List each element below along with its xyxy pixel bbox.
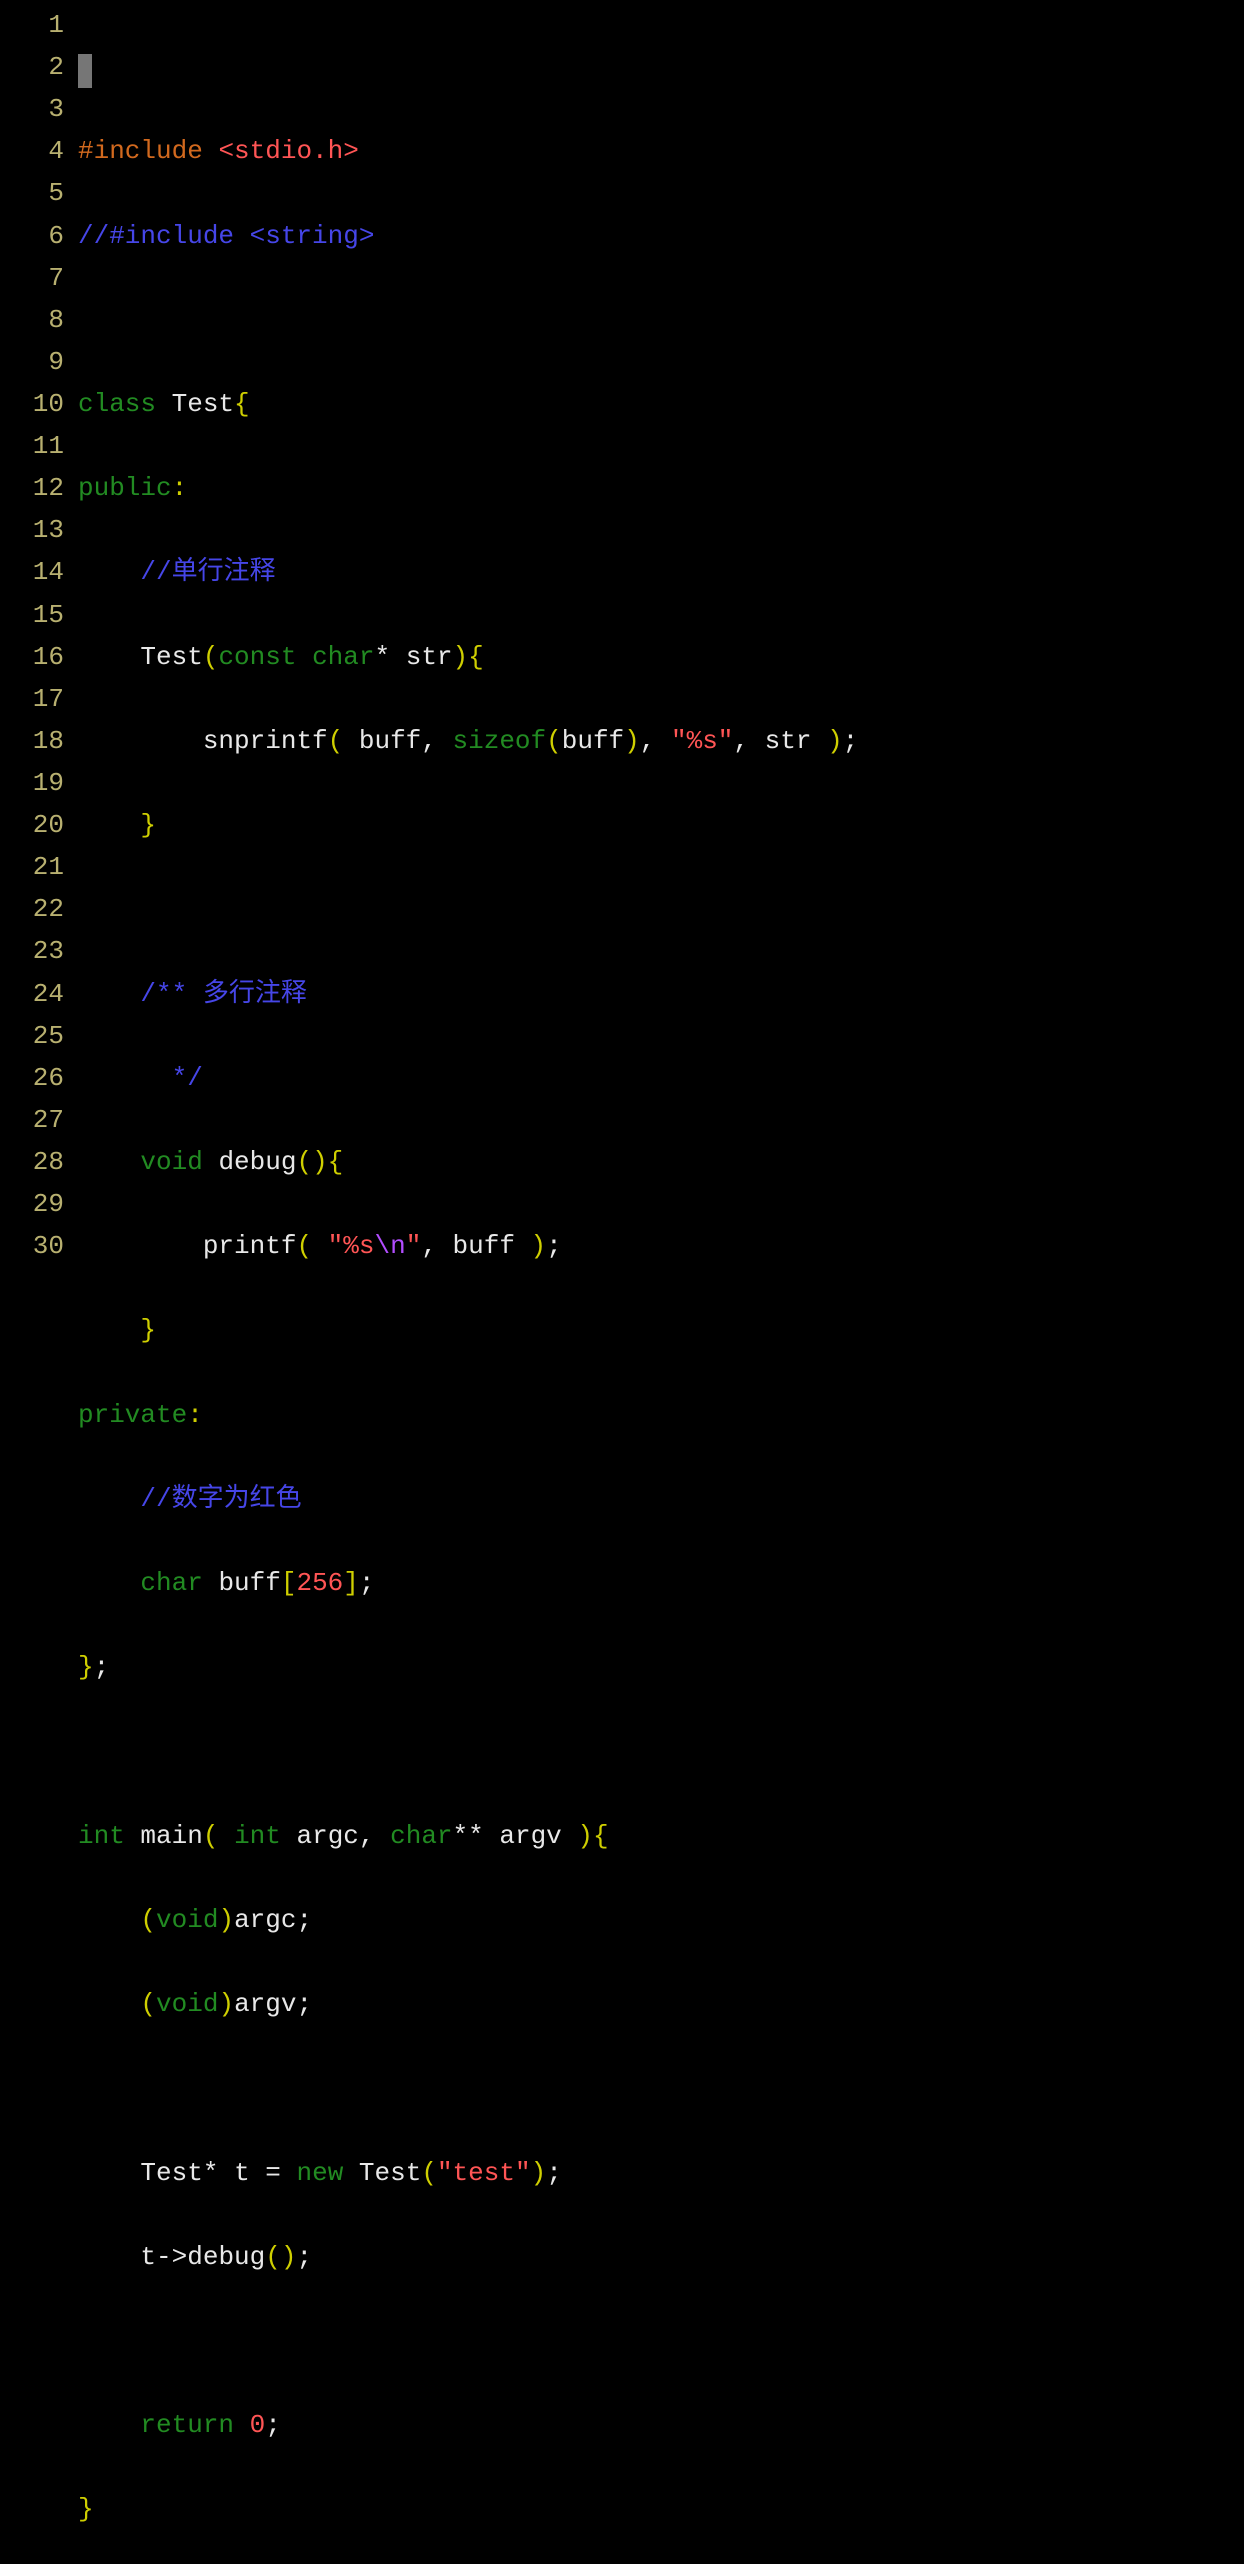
code-line[interactable]: #include <stdio.h> [78,130,1244,172]
code-line[interactable] [78,2320,1244,2362]
line-number: 2 [0,46,64,88]
line-number: 10 [0,383,64,425]
system-header: <stdio.h> [218,136,358,166]
identifier: Test [140,642,202,672]
identifier: Test [172,389,234,419]
paren: ) [453,642,469,672]
code-line[interactable]: private: [78,1394,1244,1436]
code-line[interactable]: public: [78,467,1244,509]
line-number: 12 [0,467,64,509]
line-number: 28 [0,1141,64,1183]
line-number: 8 [0,299,64,341]
line-number: 3 [0,88,64,130]
code-line[interactable]: } [78,804,1244,846]
code-line[interactable]: int main( int argc, char** argv ){ [78,1815,1244,1857]
brace: } [140,810,156,840]
line-number: 19 [0,762,64,804]
line-number: 11 [0,425,64,467]
code-line[interactable]: //单行注释 [78,551,1244,593]
code-line[interactable]: printf( "%s\n", buff ); [78,1225,1244,1267]
line-number: 29 [0,1183,64,1225]
line-number: 24 [0,973,64,1015]
line-number: 1 [0,4,64,46]
line-number: 18 [0,720,64,762]
line-number: 22 [0,888,64,930]
preprocessor: #include [78,136,218,166]
code-editor[interactable]: 1234567891011121314151617181920212223242… [0,4,1244,1282]
code-line[interactable]: Test(const char* str){ [78,636,1244,678]
code-line[interactable]: snprintf( buff, sizeof(buff), "%s", str … [78,720,1244,762]
line-number: 27 [0,1099,64,1141]
line-number: 25 [0,1015,64,1057]
line-number: 6 [0,215,64,257]
code-line[interactable]: } [78,2488,1244,2530]
code-line[interactable] [78,2067,1244,2109]
line-number: 4 [0,130,64,172]
code-line[interactable]: void debug(){ [78,1141,1244,1183]
colon: : [172,473,188,503]
code-line[interactable]: */ [78,1057,1244,1099]
line-number-gutter: 1234567891011121314151617181920212223242… [0,4,78,1282]
code-line[interactable]: return 0; [78,2404,1244,2446]
code-line[interactable]: t->debug(); [78,2236,1244,2278]
line-number: 23 [0,930,64,972]
number: 256 [296,1568,343,1598]
comment: */ [172,1063,203,1093]
code-line[interactable] [78,299,1244,341]
line-number: 30 [0,1225,64,1267]
brace: { [468,642,484,672]
code-line[interactable] [78,888,1244,930]
code-line[interactable]: }; [78,1646,1244,1688]
code-line[interactable]: char buff[256]; [78,1562,1244,1604]
line-number: 5 [0,172,64,214]
code-line[interactable]: //数字为红色 [78,1478,1244,1520]
code-line[interactable] [78,46,1244,88]
line-number: 9 [0,341,64,383]
comment: /** 多行注释 [140,979,306,1009]
line-number: 14 [0,551,64,593]
code-line[interactable]: //#include <string> [78,215,1244,257]
access-specifier: private [78,1400,187,1430]
line-number: 26 [0,1057,64,1099]
code-line[interactable]: (void)argc; [78,1899,1244,1941]
code-line[interactable]: (void)argv; [78,1983,1244,2025]
comment: //数字为红色 [140,1484,301,1514]
text-cursor [78,54,92,88]
line-number: 16 [0,636,64,678]
line-number: 21 [0,846,64,888]
line-number: 13 [0,509,64,551]
code-line[interactable] [78,1730,1244,1772]
comment: //单行注释 [140,557,275,587]
escape-sequence: \n [374,1231,405,1261]
code-area[interactable]: #include <stdio.h> //#include <string> c… [78,4,1244,1282]
line-number: 20 [0,804,64,846]
string: "%s" [671,726,733,756]
comment: //#include <string> [78,221,374,251]
line-number: 7 [0,257,64,299]
code-line[interactable]: /** 多行注释 [78,973,1244,1015]
line-number: 15 [0,594,64,636]
keyword: const [218,642,312,672]
code-line[interactable]: class Test{ [78,383,1244,425]
code-line[interactable]: } [78,1309,1244,1351]
code-line[interactable]: Test* t = new Test("test"); [78,2152,1244,2194]
access-specifier: public [78,473,172,503]
keyword: char [312,642,374,672]
line-number: 17 [0,678,64,720]
brace: { [234,389,250,419]
keyword: class [78,389,172,419]
paren: ( [203,642,219,672]
